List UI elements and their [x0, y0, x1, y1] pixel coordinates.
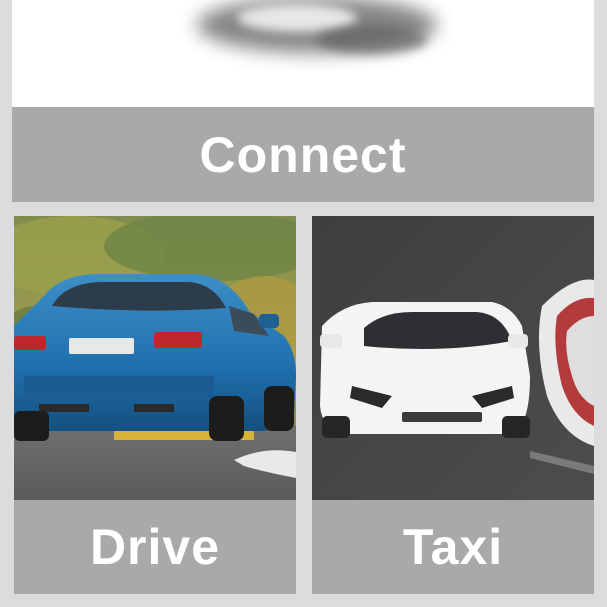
menu-screen: Connect Drive Taxi: [0, 0, 607, 607]
connect-label-bar: Connect: [12, 107, 594, 202]
drive-label-bar: Drive: [14, 500, 296, 594]
white-supercar-icon: [312, 216, 594, 500]
taxi-image: [312, 216, 594, 500]
taxi-label-bar: Taxi: [312, 500, 594, 594]
connect-card[interactable]: Connect: [12, 0, 594, 202]
drive-image: [14, 216, 296, 500]
connect-label: Connect: [199, 126, 407, 183]
taxi-card[interactable]: Taxi: [312, 216, 594, 594]
drive-label: Drive: [89, 519, 221, 575]
taxi-label: Taxi: [402, 519, 504, 575]
device-shadow-icon: [12, 0, 594, 107]
drive-card[interactable]: Drive: [14, 216, 296, 594]
blue-car-icon: [14, 216, 296, 500]
connect-image: [12, 0, 594, 107]
